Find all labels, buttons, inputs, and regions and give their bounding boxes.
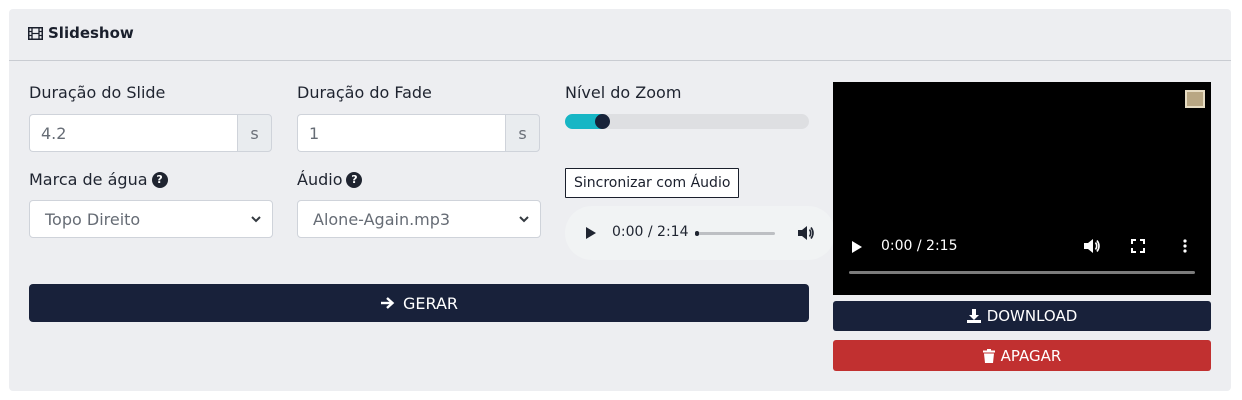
zoom-label: Nível do Zoom <box>565 83 681 102</box>
fade-duration-label-text: Duração do Fade <box>297 83 432 102</box>
generate-button[interactable]: GERAR <box>29 284 809 322</box>
watermark-select[interactable]: Topo Direito <box>29 200 273 238</box>
trash-icon <box>982 348 995 363</box>
audio-select[interactable]: Alone-Again.mp3 <box>297 200 541 238</box>
fade-duration-group: 1 s <box>297 114 540 152</box>
fade-duration-label: Duração do Fade <box>297 83 432 102</box>
slideshow-card: Slideshow Duração do Slide 4.2 s Duração… <box>9 9 1231 391</box>
more-vertical-icon[interactable] <box>1182 239 1188 253</box>
slide-duration-label: Duração do Slide <box>29 83 165 102</box>
audio-time: 0:00 / 2:14 <box>612 224 689 240</box>
zoom-slider-thumb[interactable] <box>595 114 610 129</box>
audio-label: Áudio ? <box>297 170 363 189</box>
fade-duration-unit: s <box>505 114 540 152</box>
video-progress-bar[interactable] <box>849 271 1195 274</box>
download-button[interactable]: DOWNLOAD <box>833 301 1211 331</box>
fullscreen-icon[interactable] <box>1131 239 1145 253</box>
play-icon[interactable] <box>851 240 863 254</box>
download-button-label: DOWNLOAD <box>986 307 1078 325</box>
card-title-text: Slideshow <box>48 24 134 42</box>
slide-duration-unit: s <box>237 114 272 152</box>
generate-button-label: GERAR <box>402 293 459 313</box>
chevron-down-icon <box>251 216 261 223</box>
download-icon <box>966 309 981 323</box>
arrow-right-icon <box>380 297 395 309</box>
watermark-label: Marca de água ? <box>29 170 168 189</box>
audio-label-text: Áudio <box>297 170 343 189</box>
question-circle-icon[interactable]: ? <box>151 171 168 188</box>
video-player[interactable]: 0:00 / 2:15 <box>833 82 1211 295</box>
fade-duration-input[interactable]: 1 <box>297 114 505 152</box>
audio-player: 0:00 / 2:14 <box>565 206 835 260</box>
question-circle-icon[interactable]: ? <box>346 171 363 188</box>
watermark-thumbnail <box>1185 90 1205 108</box>
watermark-label-text: Marca de água <box>29 170 148 189</box>
slide-duration-group: 4.2 s <box>29 114 272 152</box>
sync-audio-button[interactable]: Sincronizar com Áudio <box>565 168 740 198</box>
delete-button-label: APAGAR <box>1000 346 1062 365</box>
slide-duration-input[interactable]: 4.2 <box>29 114 237 152</box>
play-icon[interactable] <box>585 226 597 240</box>
audio-progress-bar[interactable] <box>695 231 775 236</box>
volume-icon[interactable] <box>797 225 815 241</box>
chevron-down-icon <box>519 216 529 223</box>
video-time: 0:00 / 2:15 <box>881 238 958 254</box>
card-header: Slideshow <box>9 9 1231 61</box>
slide-duration-label-text: Duração do Slide <box>29 83 166 102</box>
delete-button[interactable]: APAGAR <box>833 340 1211 371</box>
film-icon <box>28 26 43 40</box>
card-title: Slideshow <box>28 24 134 42</box>
zoom-slider[interactable] <box>565 114 809 129</box>
watermark-selected-value: Topo Direito <box>45 209 141 229</box>
zoom-label-text: Nível do Zoom <box>565 83 682 102</box>
audio-selected-value: Alone-Again.mp3 <box>313 209 451 229</box>
volume-icon[interactable] <box>1083 238 1101 254</box>
